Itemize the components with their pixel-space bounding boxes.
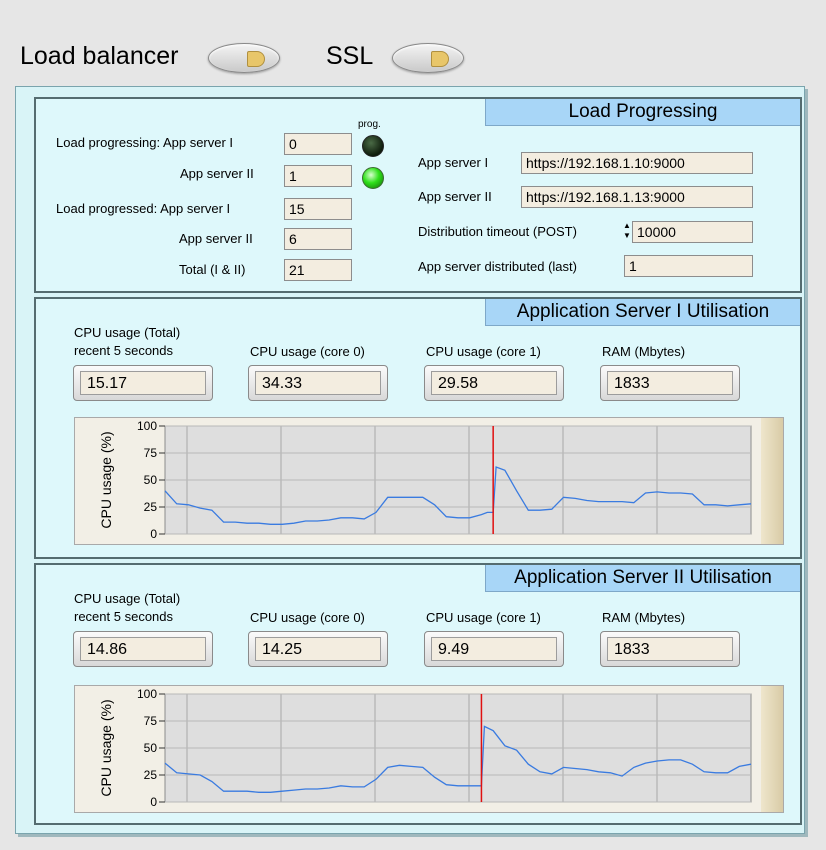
cpu-core0-value: 14.25	[255, 637, 381, 661]
ram-indicator: 1833	[600, 365, 740, 401]
cpu-core0-indicator: 14.25	[248, 631, 388, 667]
chart-scroll-edge	[761, 686, 783, 812]
toggle-knob	[247, 51, 265, 67]
cpu-core0-indicator: 34.33	[248, 365, 388, 401]
cpu-total-value: 14.86	[80, 637, 206, 661]
progressed-app2-value: 6	[284, 228, 352, 250]
distribution-timeout-label: Distribution timeout (POST)	[418, 224, 577, 239]
cpu-core1-indicator: 9.49	[424, 631, 564, 667]
cpu-core1-indicator: 29.58	[424, 365, 564, 401]
cpu-chart-server1: 100 75 50 25 0 CPU usage (%)	[74, 417, 784, 545]
ssl-label: SSL	[326, 42, 374, 70]
progressed-app1-value: 15	[284, 198, 352, 220]
progressing-app2-led	[362, 167, 384, 189]
app-server-2-label: App server II	[418, 189, 492, 204]
app-server-1-url-field[interactable]: https://192.168.1.10:9000	[521, 152, 753, 174]
y-tick-label: 0	[150, 527, 157, 541]
ram-value: 1833	[607, 637, 733, 661]
server2-panel: Application Server II Utilisation CPU us…	[34, 563, 802, 825]
cpu-core1-label: CPU usage (core 1)	[426, 344, 541, 359]
y-tick-label: 75	[144, 714, 158, 728]
cpu-core1-value: 9.49	[431, 637, 557, 661]
progressing-app1-led	[362, 135, 384, 157]
app-server-1-label: App server I	[418, 155, 489, 170]
y-tick-label: 100	[137, 419, 157, 433]
y-tick-label: 25	[144, 768, 158, 782]
cpu-total-label: CPU usage (Total)	[74, 325, 181, 340]
y-tick-label: 25	[144, 500, 158, 514]
main-container: Load Progressing Load progressing: App s…	[15, 86, 805, 834]
y-axis-label: CPU usage (%)	[98, 431, 114, 528]
distribution-timeout-input[interactable]: 10000	[632, 221, 753, 243]
cpu-core1-label: CPU usage (core 1)	[426, 610, 541, 625]
timeout-spinner-arrows[interactable]: ▲ ▼	[622, 221, 632, 243]
y-tick-label: 50	[144, 473, 158, 487]
progressed-app2-label: App server II	[179, 231, 253, 246]
distributed-last-value: 1	[624, 255, 753, 277]
cpu-total-sublabel: recent 5 seconds	[74, 609, 174, 624]
y-tick-label: 0	[150, 795, 157, 809]
chart-svg: 100 75 50 25 0 CPU usage (%)	[98, 419, 752, 541]
ram-label: RAM (Mbytes)	[602, 610, 686, 625]
cpu-total-indicator: 14.86	[73, 631, 213, 667]
progressing-app2-label: App server II	[180, 166, 254, 181]
progressing-app1-label: Load progressing: App server I	[56, 135, 234, 150]
cpu-core0-label: CPU usage (core 0)	[250, 610, 365, 625]
y-tick-label: 100	[137, 687, 157, 701]
panel-title: Load Progressing	[485, 99, 800, 126]
cpu-chart-server2: 100 75 50 25 0 CPU usage (%)	[74, 685, 784, 813]
load-balancer-toggle[interactable]	[208, 43, 280, 73]
cpu-total-indicator: 15.17	[73, 365, 213, 401]
total-value: 21	[284, 259, 352, 281]
y-tick-label: 75	[144, 446, 158, 460]
y-tick-label: 50	[144, 741, 158, 755]
cpu-total-label: CPU usage (Total)	[74, 591, 181, 606]
cpu-core0-label: CPU usage (core 0)	[250, 344, 365, 359]
ram-indicator: 1833	[600, 631, 740, 667]
ssl-toggle[interactable]	[392, 43, 464, 73]
app-server-2-url-field[interactable]: https://192.168.1.13:9000	[521, 186, 753, 208]
chart-scroll-edge	[761, 418, 783, 544]
server1-panel: Application Server I Utilisation CPU usa…	[34, 297, 802, 559]
ram-label: RAM (Mbytes)	[602, 344, 686, 359]
y-axis-label: CPU usage (%)	[98, 699, 114, 796]
load-balancer-label: Load balancer	[20, 42, 179, 70]
progressing-app2-value: 1	[284, 165, 352, 187]
toggle-knob	[431, 51, 449, 67]
cpu-core0-value: 34.33	[255, 371, 381, 395]
distributed-last-label: App server distributed (last)	[418, 259, 577, 274]
cpu-total-value: 15.17	[80, 371, 206, 395]
load-progressing-panel: Load Progressing Load progressing: App s…	[34, 97, 802, 293]
progressing-app1-value: 0	[284, 133, 352, 155]
cpu-total-sublabel: recent 5 seconds	[74, 343, 174, 358]
panel-title: Application Server II Utilisation	[485, 565, 800, 592]
progressed-app1-label: Load progressed: App server I	[56, 201, 231, 216]
panel-title: Application Server I Utilisation	[485, 299, 800, 326]
prog-label: prog.	[358, 119, 381, 130]
chart-svg: 100 75 50 25 0 CPU usage (%)	[98, 687, 752, 809]
cpu-core1-value: 29.58	[431, 371, 557, 395]
ram-value: 1833	[607, 371, 733, 395]
total-label: Total (I & II)	[179, 262, 246, 277]
